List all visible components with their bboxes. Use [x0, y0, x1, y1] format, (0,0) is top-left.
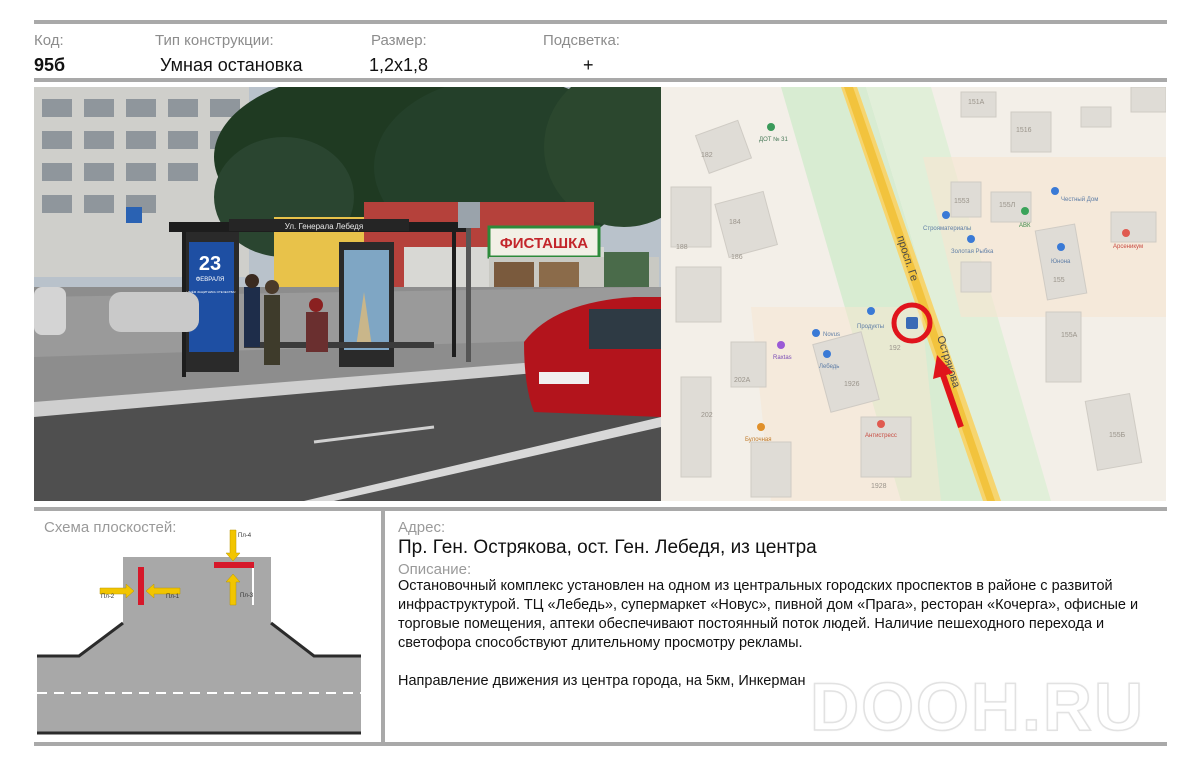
- type-label: Тип конструкции:: [155, 32, 274, 49]
- plane-2-label: Пл-2: [101, 594, 115, 600]
- map-num-155a: 155А: [1061, 332, 1078, 339]
- header-top-rule: [34, 20, 1167, 24]
- map-num-151a: 151А: [968, 99, 985, 106]
- map-num-188: 188: [676, 244, 688, 251]
- poi-antistress: Антистресс: [865, 433, 897, 439]
- size-value: 1,2х1,8: [369, 55, 429, 75]
- poi-yunona: Юнона: [1051, 259, 1071, 265]
- poi-zolotaya: Золотая Рыбка: [951, 249, 994, 255]
- map-num-182: 182: [701, 152, 713, 159]
- code-value: 95б: [34, 55, 66, 75]
- poi-produkty: Продукты: [857, 324, 884, 330]
- description-text: Остановочный комплекс установлен на одно…: [398, 578, 1139, 651]
- map-num-155l: 155Л: [999, 202, 1016, 209]
- map-num-192: 192: [889, 345, 901, 352]
- map-num-1928: 1928: [871, 483, 887, 490]
- poi-lebed: Лебедь: [819, 364, 839, 370]
- kiosk-sign: ФИСТАШКА: [500, 235, 588, 252]
- type-value: Умная остановка: [160, 55, 303, 75]
- section-top-rule: [34, 507, 1167, 511]
- map-num-1516: 1516: [1016, 127, 1032, 134]
- poi-abk: АВК: [1019, 223, 1031, 229]
- planes-scheme: Схема плоскостей: Пл-2 Пл-1 Пл-3 Пл-4: [34, 515, 381, 741]
- poi-arsenikum: Арсеникум: [1113, 244, 1143, 250]
- poi-dot: ДОТ № 31: [759, 136, 789, 143]
- code-label: Код:: [34, 32, 64, 49]
- map-num-155: 155: [1053, 277, 1065, 284]
- location-map: 151А 1516 182 1553 155Л 184 186 188 155 …: [661, 87, 1166, 501]
- poster-number: 23: [199, 253, 221, 275]
- poi-bulochnaya: Булочная: [745, 437, 771, 443]
- map-num-202a: 202А: [734, 377, 751, 384]
- address-label: Адрес:: [398, 519, 446, 536]
- map-num-186: 186: [731, 254, 743, 261]
- poi-stroy: Строяматериалы: [923, 226, 971, 232]
- poster-month: ФЕВРАЛЯ: [196, 277, 225, 283]
- map-num-1553: 1553: [954, 198, 970, 205]
- size-label: Размер:: [371, 32, 427, 49]
- direction-text: Направление движения из центра города, н…: [398, 673, 806, 689]
- light-label: Подсветка:: [543, 32, 620, 49]
- description-label: Описание:: [398, 561, 472, 578]
- plane-1-label: Пл-1: [166, 594, 180, 600]
- plane-3-label: Пл-3: [240, 593, 254, 599]
- map-num-202: 202: [701, 412, 713, 419]
- poi-raxtas: Raxtas: [773, 355, 792, 361]
- address-value: Пр. Ген. Острякова, ост. Ген. Лебедя, из…: [398, 537, 817, 558]
- watermark-logo: DOOH.RU: [809, 668, 1146, 746]
- poi-novus: Novus: [823, 332, 840, 338]
- shelter-sign: Ул. Генерала Лебедя: [285, 222, 363, 231]
- bus-stop-photo: ФИСТАШКА Ул. Генерала Лебедя 23 ФЕВРАЛЯ …: [34, 87, 661, 501]
- section-divider: [381, 511, 385, 742]
- map-num-155b: 155Б: [1109, 432, 1126, 439]
- poi-chestny: Честный Дом: [1061, 196, 1098, 203]
- light-value: +: [583, 55, 594, 75]
- header-bottom-rule: [34, 78, 1167, 82]
- plane-4-label: Пл-4: [238, 533, 252, 539]
- map-num-184: 184: [729, 219, 741, 226]
- map-num-1926: 1926: [844, 381, 860, 388]
